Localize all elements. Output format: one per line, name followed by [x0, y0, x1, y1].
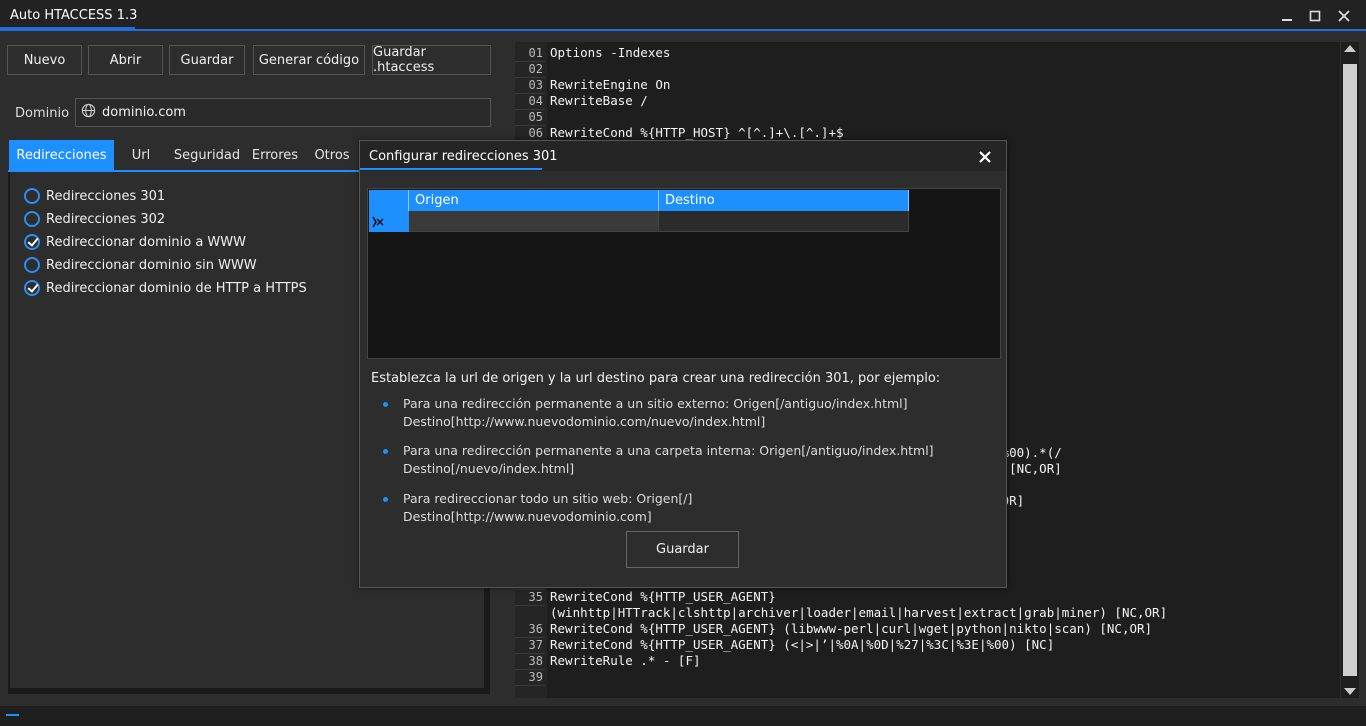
domain-value: dominio.com	[102, 105, 186, 120]
dialog-title-underline	[360, 168, 542, 170]
option-label: Redirecciones 302	[46, 211, 166, 227]
line-number: 36	[515, 621, 545, 638]
option-redirect-to-www[interactable]: Redireccionar dominio a WWW	[24, 233, 246, 251]
option-label: Redireccionar dominio de HTTP a HTTPS	[46, 280, 307, 296]
close-window-icon[interactable]	[1333, 6, 1355, 26]
column-header-origen[interactable]: Origen	[409, 190, 659, 211]
cell-destino[interactable]	[659, 211, 909, 232]
globe-icon	[81, 103, 96, 122]
radio-icon[interactable]	[24, 188, 40, 204]
code-line[interactable]: 38 RewriteRule .* - [F]	[515, 653, 1340, 670]
line-number: 35	[515, 589, 545, 606]
app-title: Auto HTACCESS 1.3	[10, 8, 138, 23]
example-line: Para una redirección permanente a un sit…	[403, 396, 908, 411]
tab-redirecciones[interactable]: Redirecciones	[9, 140, 114, 171]
bullet-icon	[383, 402, 388, 407]
option-label: Redireccionar dominio sin WWW	[46, 257, 257, 273]
example-line: Para redireccionar todo un sitio web: Or…	[403, 491, 693, 524]
new-row-icon[interactable]	[369, 211, 409, 232]
code-line[interactable]: (winhttp|HTTrack|clshttp|archiver|loader…	[515, 605, 1340, 621]
code-line[interactable]: 01 Options -Indexes	[515, 45, 1340, 62]
code-text: RewriteCond %{HTTP_HOST} ^[^.]+\.[^.]+$	[550, 125, 844, 140]
bullet-icon	[383, 449, 388, 454]
option-redirect-http-to-https[interactable]: Redireccionar dominio de HTTP a HTTPS	[24, 279, 307, 297]
line-number: 04	[515, 93, 545, 110]
code-line[interactable]: 37 RewriteCond %{HTTP_USER_AGENT} (<|>|’|…	[515, 637, 1340, 654]
tab-url[interactable]: Url	[120, 140, 162, 171]
code-line[interactable]: 05	[515, 109, 1340, 126]
checked-radio-icon[interactable]	[24, 280, 40, 296]
line-number: 37	[515, 637, 545, 654]
example-line: Destino[/nuevo/index.html]	[403, 461, 575, 476]
close-icon[interactable]	[976, 148, 994, 166]
save-htaccess-button[interactable]: Guardar .htaccess	[372, 45, 491, 75]
status-indicator	[6, 714, 19, 716]
code-text: RewriteCond %{HTTP_USER_AGENT} (<|>|’|%0…	[550, 637, 1055, 652]
line-number	[515, 605, 545, 606]
maximize-icon[interactable]	[1304, 6, 1326, 26]
domain-label: Dominio	[15, 106, 70, 121]
example-line: Para una redirección permanente a una ca…	[403, 443, 934, 458]
code-text: RewriteRule .* - [F]	[550, 653, 701, 668]
example-line: Destino[http://www.nuevodominio.com/nuev…	[403, 414, 766, 429]
open-button[interactable]: Abrir	[88, 45, 163, 75]
option-label: Redireccionar dominio a WWW	[46, 234, 246, 250]
code-line[interactable]: 04 RewriteBase /	[515, 93, 1340, 110]
option-label: Redirecciones 301	[46, 188, 166, 204]
dialog-save-button[interactable]: Guardar	[626, 531, 739, 568]
line-number: 05	[515, 109, 545, 126]
tab-otros[interactable]: Otros	[310, 140, 354, 171]
option-redirecciones-302[interactable]: Redirecciones 302	[24, 210, 165, 228]
bullet-icon	[383, 497, 388, 502]
code-text: (winhttp|HTTrack|clshttp|archiver|loader…	[550, 605, 1168, 620]
checked-radio-icon[interactable]	[24, 234, 40, 250]
scroll-down-icon[interactable]	[1344, 688, 1356, 695]
line-number: 01	[515, 45, 545, 62]
code-text: RewriteBase /	[550, 93, 648, 108]
code-text: RewriteCond %{HTTP_USER_AGENT}	[550, 589, 776, 604]
new-button[interactable]: Nuevo	[7, 45, 82, 75]
tab-errores[interactable]: Errores	[249, 140, 301, 171]
dialog-header: Configurar redirecciones 301	[360, 141, 1006, 171]
line-number: 39	[515, 669, 545, 686]
line-number: 03	[515, 77, 545, 94]
radio-icon[interactable]	[24, 211, 40, 227]
code-text: RewriteCond %{HTTP_USER_AGENT} (libwww-p…	[550, 621, 1153, 636]
option-redirect-without-www[interactable]: Redireccionar dominio sin WWW	[24, 256, 257, 274]
scroll-up-icon[interactable]	[1344, 45, 1356, 52]
code-line[interactable]: 06 RewriteCond %{HTTP_HOST} ^[^.]+\.[^.]+…	[515, 125, 1340, 142]
code-line[interactable]: 36 RewriteCond %{HTTP_USER_AGENT} (libwww…	[515, 621, 1340, 638]
scroll-thumb[interactable]	[1343, 64, 1357, 676]
minimize-icon[interactable]	[1276, 6, 1298, 26]
line-number: 02	[515, 61, 545, 78]
example-item: Para redireccionar todo un sitio web: Or…	[383, 490, 943, 524]
code-line[interactable]: 03 RewriteEngine On	[515, 77, 1340, 94]
option-redirecciones-301[interactable]: Redirecciones 301	[24, 187, 165, 205]
title-bar: Auto HTACCESS 1.3	[0, 0, 1366, 31]
code-text: Options -Indexes	[550, 45, 671, 60]
example-item: Para una redirección permanente a un sit…	[383, 395, 943, 431]
save-button[interactable]: Guardar	[169, 45, 245, 75]
example-item: Para una redirección permanente a una ca…	[383, 442, 943, 478]
dialog-description: Establezca la url de origen y la url des…	[371, 371, 941, 386]
code-text: RewriteEngine On	[550, 77, 671, 92]
code-line[interactable]: 35 RewriteCond %{HTTP_USER_AGENT}	[515, 589, 1340, 606]
tab-seguridad[interactable]: Seguridad	[170, 140, 244, 171]
radio-icon[interactable]	[24, 257, 40, 273]
domain-input[interactable]: dominio.com	[75, 98, 491, 127]
column-header-destino[interactable]: Destino	[659, 190, 909, 211]
status-bar	[0, 706, 1366, 726]
grid-corner-header	[369, 190, 409, 211]
generate-code-button[interactable]: Generar código	[253, 45, 365, 75]
code-line[interactable]: 02	[515, 61, 1340, 78]
redirect-301-dialog: Configurar redirecciones 301 Origen Dest…	[359, 140, 1007, 588]
dialog-title: Configurar redirecciones 301	[369, 149, 558, 164]
code-line[interactable]: 39	[515, 669, 1340, 686]
line-number: 38	[515, 653, 545, 670]
redirects-grid[interactable]: Origen Destino	[367, 188, 1001, 359]
title-underline	[0, 29, 1366, 31]
cell-origen[interactable]	[409, 211, 659, 232]
editor-scrollbar[interactable]	[1341, 42, 1359, 698]
